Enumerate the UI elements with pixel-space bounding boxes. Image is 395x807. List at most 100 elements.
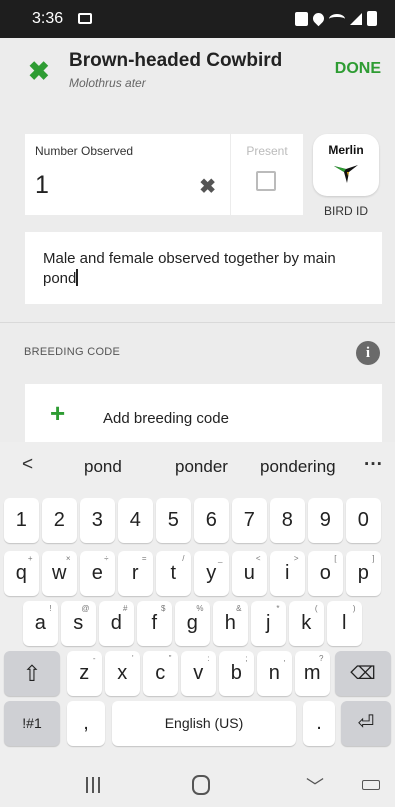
key-2[interactable]: 2 <box>42 498 77 543</box>
done-button[interactable]: DONE <box>335 60 381 78</box>
species-name: Brown-headed Cowbird <box>69 50 283 71</box>
key-w[interactable]: w × <box>42 551 77 596</box>
count-section: Number Observed 1 ✖ Present Merlin BIRD … <box>25 134 382 218</box>
key-1-label: 1 <box>15 509 27 531</box>
back-icon[interactable]: ﹀ <box>306 773 324 799</box>
key-n[interactable]: n, <box>257 651 292 696</box>
key-m[interactable]: m? <box>295 651 330 696</box>
key-b[interactable]: b; <box>219 651 254 696</box>
key-1[interactable]: 1 <box>4 498 39 543</box>
key-j[interactable]: j * <box>251 601 286 646</box>
wifi-icon <box>329 13 345 24</box>
key-x[interactable]: x ' <box>105 651 140 696</box>
home-icon[interactable] <box>192 775 210 795</box>
key-p[interactable]: p] <box>346 551 381 596</box>
period-key-label: . <box>316 712 322 734</box>
present-toggle[interactable]: Present <box>231 134 303 215</box>
clear-count-icon[interactable]: ✖ <box>199 174 216 199</box>
key-f-label: f <box>151 612 158 634</box>
key-k[interactable]: k( <box>289 601 324 646</box>
key-9[interactable]: 9 <box>308 498 343 543</box>
key-a[interactable]: a! <box>23 601 58 646</box>
close-icon[interactable]: ✖ <box>28 56 50 86</box>
comments-text: Male and female observed together by mai… <box>43 250 336 287</box>
key-t-secondary-label: / <box>182 554 185 563</box>
plus-icon: + <box>50 398 66 428</box>
key-5[interactable]: 5 <box>156 498 191 543</box>
key-m-label: m <box>303 662 321 684</box>
key-e-secondary-label: ÷ <box>104 554 109 563</box>
key-d-secondary-label: # <box>123 604 128 613</box>
key-c[interactable]: c " <box>143 651 178 696</box>
key-u[interactable]: u < <box>232 551 267 596</box>
merlin-bird-id-button[interactable]: Merlin BIRD ID <box>313 134 382 218</box>
key-4-label: 4 <box>129 509 141 531</box>
key-y[interactable]: y _ <box>194 551 229 596</box>
present-label: Present <box>246 144 288 158</box>
key-0[interactable]: 0 <box>346 498 381 543</box>
more-options-icon[interactable]: ··· <box>364 454 383 476</box>
key-7-label: 7 <box>243 509 255 531</box>
enter-key[interactable]: ⏎ <box>341 701 391 746</box>
key-r-secondary-label: = <box>141 554 147 563</box>
key-6[interactable]: 6 <box>194 498 229 543</box>
info-icon[interactable]: i <box>356 341 380 365</box>
key-k-secondary-label: ( <box>314 604 318 613</box>
comma-key[interactable]: , <box>67 701 105 746</box>
present-checkbox[interactable] <box>256 171 276 191</box>
key-h[interactable]: h & <box>213 601 248 646</box>
key-s[interactable]: s @ <box>61 601 96 646</box>
recents-icon[interactable] <box>85 777 101 793</box>
suggestion-back-icon[interactable]: < <box>22 454 33 476</box>
backspace-key[interactable]: ⌫ <box>335 651 391 696</box>
period-key[interactable]: . <box>303 701 335 746</box>
number-observed-field[interactable]: Number Observed 1 ✖ <box>25 134 230 215</box>
status-icons <box>295 10 377 27</box>
key-g[interactable]: g% <box>175 601 210 646</box>
number-observed-value[interactable]: 1 <box>35 171 49 200</box>
key-t[interactable]: t / <box>156 551 191 596</box>
key-l-secondary-label: ) <box>352 604 356 613</box>
key-j-label: j <box>266 612 271 634</box>
comments-field[interactable]: Male and female observed together by mai… <box>25 232 382 304</box>
battery-icon <box>367 11 377 26</box>
key-f[interactable]: f $ <box>137 601 172 646</box>
species-header: ✖ Brown-headed Cowbird Molothrus ater DO… <box>0 38 395 108</box>
key-q[interactable]: q + <box>4 551 39 596</box>
key-i-secondary-label: > <box>293 554 299 563</box>
status-time: 3:36 <box>32 10 64 27</box>
key-z[interactable]: z- <box>67 651 102 696</box>
suggestion-word[interactable]: pondering <box>260 457 336 477</box>
key-v[interactable]: v: <box>181 651 216 696</box>
key-d[interactable]: d # <box>99 601 134 646</box>
symbols-key[interactable]: !#1 <box>4 701 60 746</box>
keyboard-toggle-icon[interactable] <box>362 780 380 790</box>
key-8[interactable]: 8 <box>270 498 305 543</box>
key-8-label: 8 <box>281 509 293 531</box>
key-q-secondary-label: + <box>27 554 33 563</box>
space-key-label: English (US) <box>164 715 244 731</box>
key-r[interactable]: r = <box>118 551 153 596</box>
key-s-label: s <box>73 612 84 634</box>
key-l[interactable]: l) <box>327 601 362 646</box>
backspace-icon: ⌫ <box>350 663 376 683</box>
merlin-logo[interactable]: Merlin <box>313 134 379 196</box>
key-i[interactable]: i > <box>270 551 305 596</box>
space-key[interactable]: English (US) <box>112 701 296 746</box>
add-breeding-code-button[interactable]: + Add breeding code <box>25 384 382 442</box>
shift-key[interactable]: ⇧ <box>4 651 60 696</box>
key-u-secondary-label: < <box>255 554 261 563</box>
key-x-secondary-label: ' <box>131 654 134 663</box>
key-3[interactable]: 3 <box>80 498 115 543</box>
suggestion-bar: < pond ponder pondering ··· <box>0 442 395 490</box>
key-4[interactable]: 4 <box>118 498 153 543</box>
key-7[interactable]: 7 <box>232 498 267 543</box>
key-u-label: u <box>243 562 255 584</box>
suggestion-word[interactable]: pond <box>84 457 122 477</box>
key-o[interactable]: o[ <box>308 551 343 596</box>
section-divider <box>0 322 395 323</box>
key-e[interactable]: e ÷ <box>80 551 115 596</box>
suggestion-word[interactable]: ponder <box>175 457 228 477</box>
scientific-name: Molothrus ater <box>69 76 146 90</box>
key-y-label: y <box>206 562 217 584</box>
